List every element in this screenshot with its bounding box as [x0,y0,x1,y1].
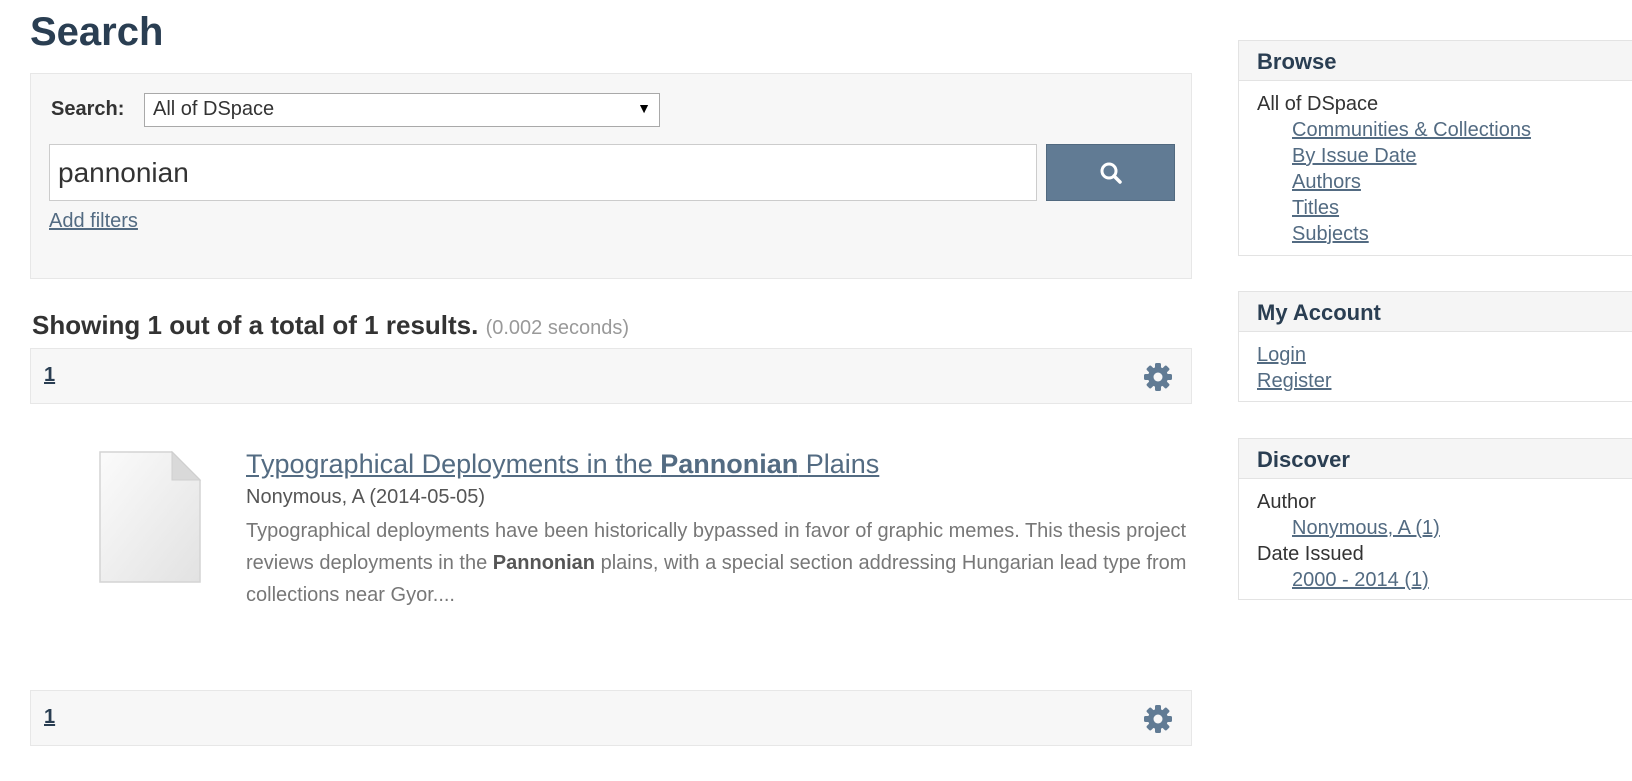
pager-bar-bottom: 1 [30,690,1192,746]
discover-date-label: Date Issued [1257,543,1364,565]
search-scope-select[interactable]: All of DSpace ▼ [144,93,660,127]
results-summary-text: Showing 1 out of a total of 1 results. [32,310,479,340]
discover-panel: Discover Author Nonymous, A (1) Date Iss… [1238,438,1632,600]
browse-group-label: All of DSpace [1257,93,1379,115]
page-link-1-bottom[interactable]: 1 [44,706,55,729]
discover-author-label: Author [1257,491,1316,513]
login-link[interactable]: Login [1257,342,1632,368]
browse-panel: Browse All of DSpace Communities & Colle… [1238,40,1632,256]
search-scope-value: All of DSpace [153,98,275,120]
results-summary: Showing 1 out of a total of 1 results. (… [32,310,629,341]
search-query-input[interactable] [49,144,1037,201]
result-title-suffix: Plains [798,449,880,479]
result-meta: Nonymous, A (2014-05-05) [246,486,486,508]
browse-by-issue-date-link[interactable]: By Issue Date [1257,143,1632,169]
result-title-highlight: Pannonian [660,449,799,479]
register-link[interactable]: Register [1257,368,1632,394]
browse-communities-collections-link[interactable]: Communities & Collections [1257,117,1632,143]
add-filters-link[interactable]: Add filters [49,210,138,233]
results-timing: (0.002 seconds) [485,317,630,339]
result-title-prefix: Typographical Deployments in the [246,449,661,479]
pager-bar-top: 1 [30,348,1192,404]
account-panel: My Account Login Register [1238,291,1632,402]
gear-icon[interactable] [1143,362,1173,392]
result-abstract: Typographical deployments have been hist… [246,515,1196,611]
discover-author-facet-link[interactable]: Nonymous, A (1) [1257,515,1632,541]
browse-heading: Browse [1239,41,1632,81]
search-button[interactable] [1046,144,1175,201]
browse-subjects-link[interactable]: Subjects [1257,221,1632,247]
discover-date-facet-link[interactable]: 2000 - 2014 (1) [1257,567,1632,593]
account-heading: My Account [1239,292,1632,332]
page-link-1[interactable]: 1 [44,364,55,387]
search-icon [1100,162,1122,184]
search-scope-label: Search: [51,98,125,120]
result-title-link[interactable]: Typographical Deployments in the Pannoni… [246,449,879,480]
search-panel: Search: All of DSpace ▼ Add filters [30,73,1192,279]
page-title: Search [30,10,164,54]
gear-icon[interactable] [1143,704,1173,734]
browse-authors-link[interactable]: Authors [1257,169,1632,195]
document-icon[interactable] [96,448,204,586]
discover-heading: Discover [1239,439,1632,479]
dropdown-caret-icon: ▼ [637,100,651,116]
browse-titles-link[interactable]: Titles [1257,195,1632,221]
result-abstract-highlight: Pannonian [492,552,596,574]
